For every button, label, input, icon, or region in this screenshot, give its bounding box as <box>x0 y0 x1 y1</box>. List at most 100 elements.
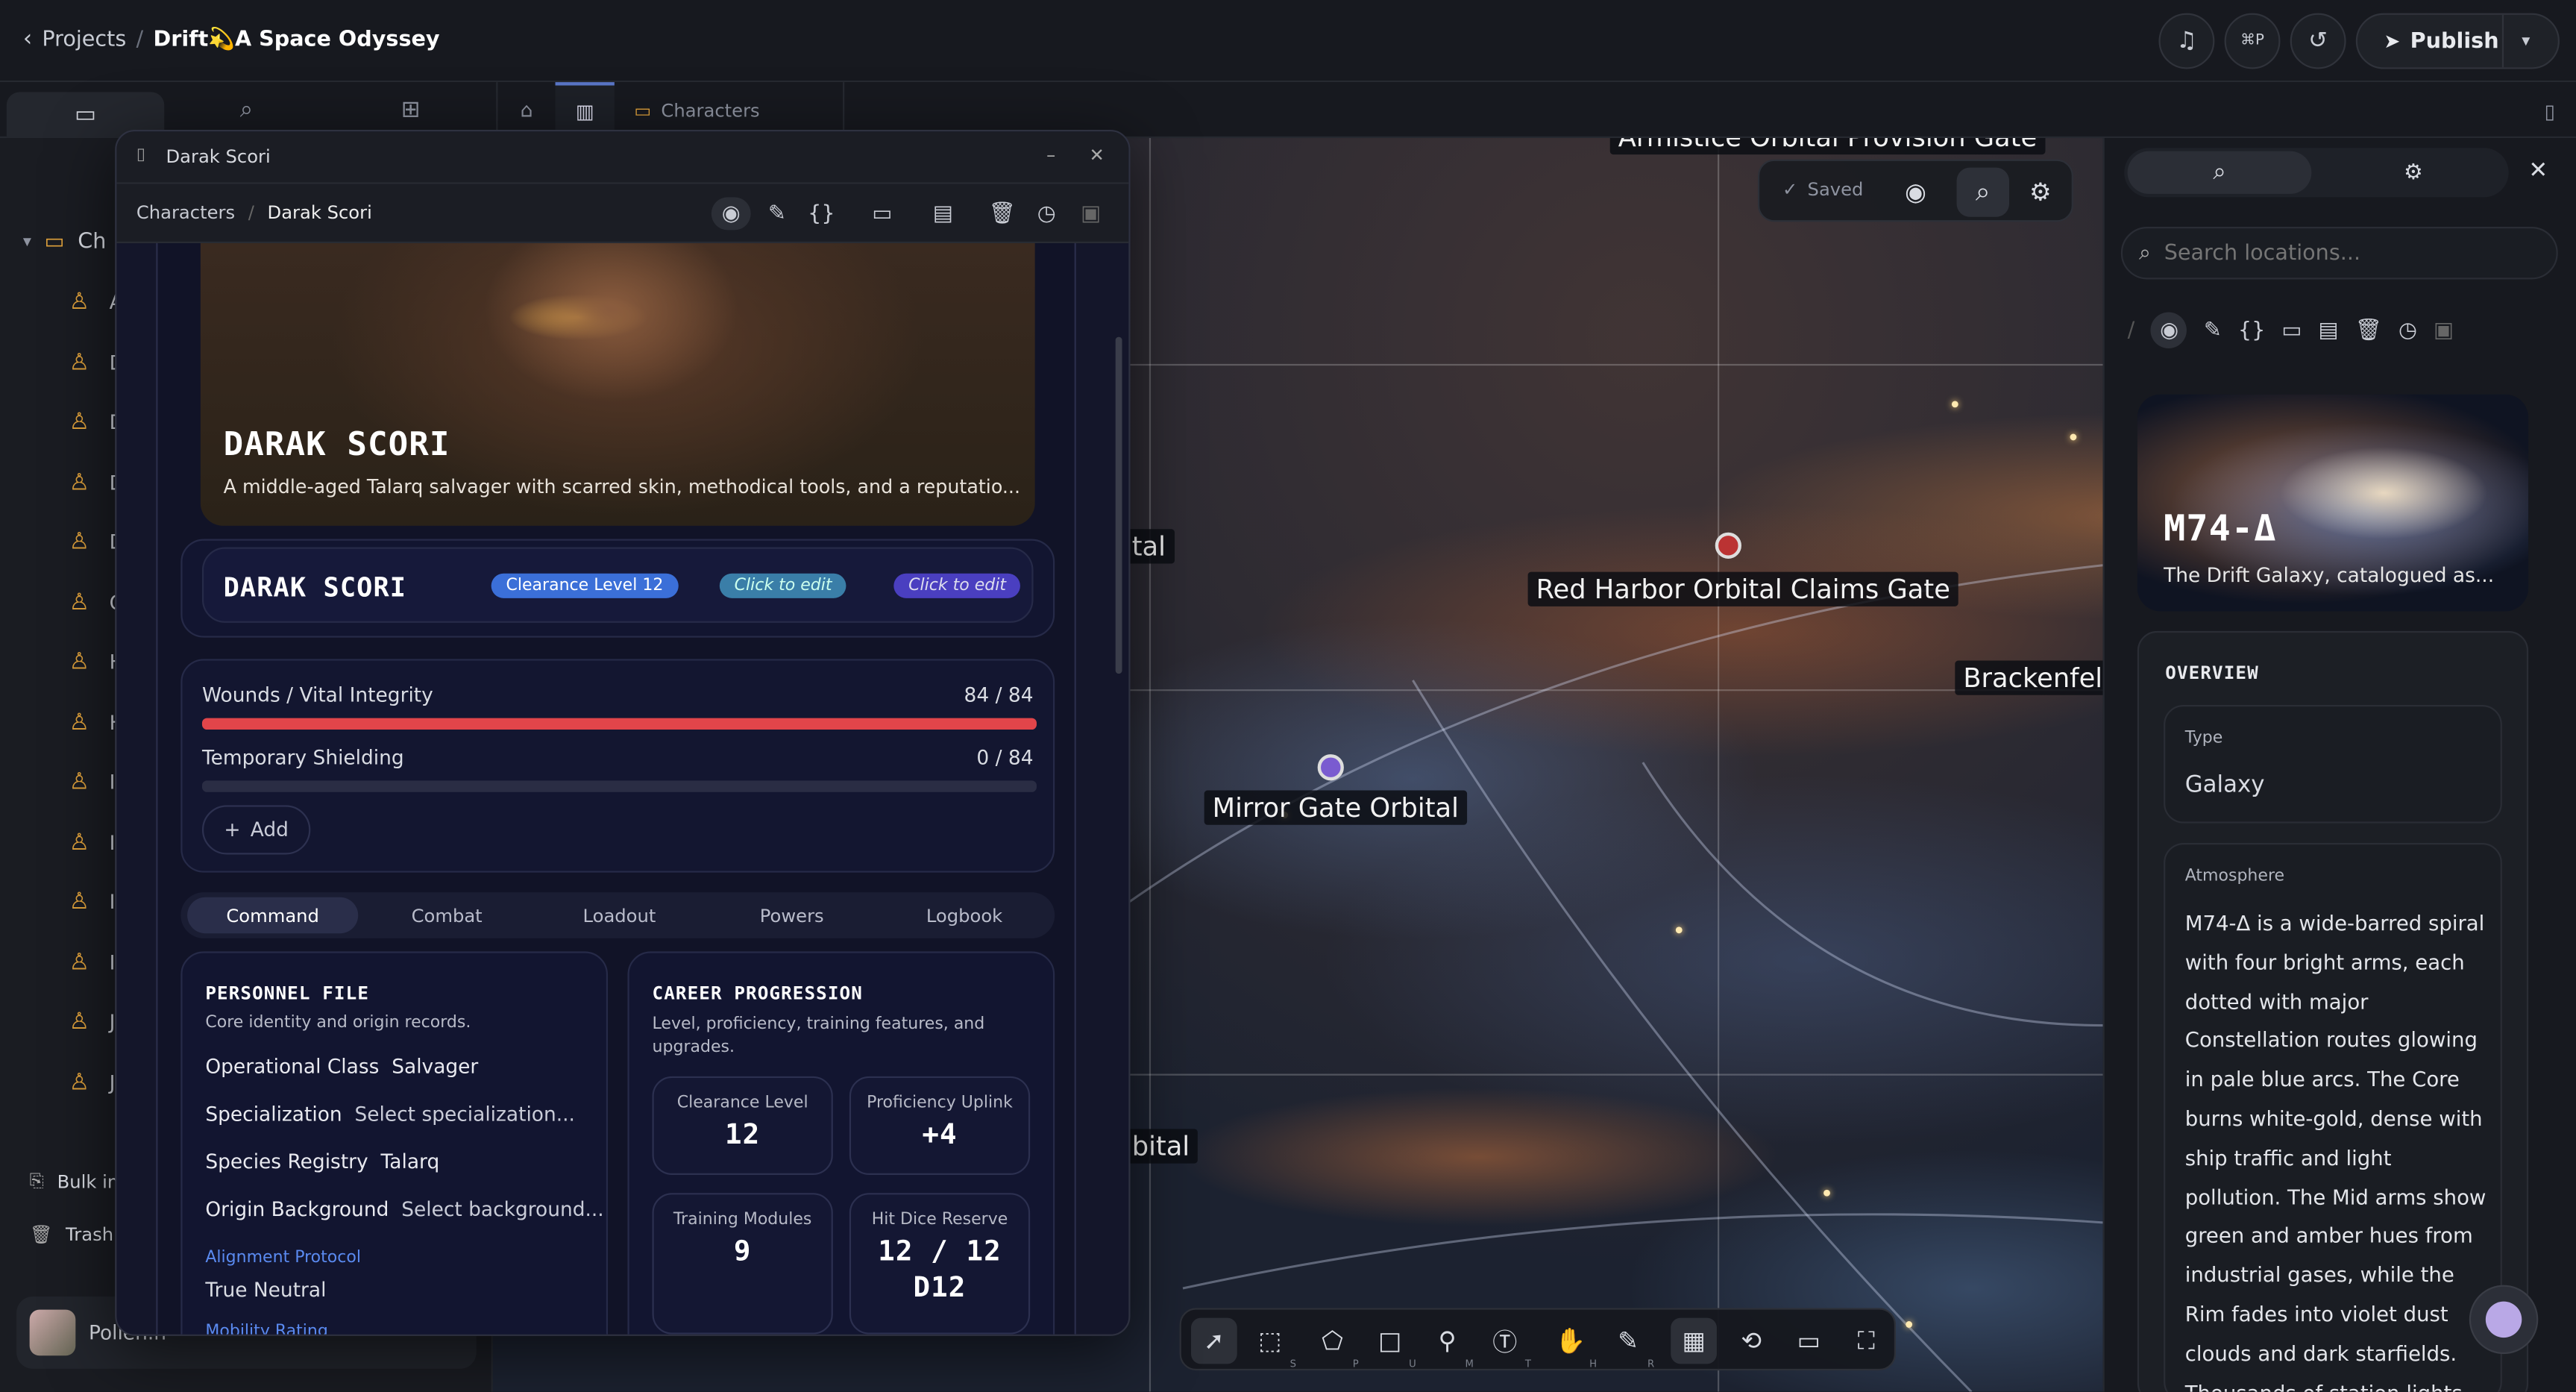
trash-icon[interactable]: 🗑 <box>984 197 1020 230</box>
marquee-tool[interactable]: ⬚ S <box>1247 1318 1296 1370</box>
tab-powers[interactable]: Powers <box>706 897 877 933</box>
mobility-label: Mobility Rating <box>205 1323 328 1336</box>
ruler-tool[interactable]: ✎ R <box>1605 1318 1654 1370</box>
polygon-tool[interactable]: ⬠ P <box>1310 1318 1359 1370</box>
map-search-button[interactable]: ⌕ <box>1956 167 2010 217</box>
slash-icon: / <box>2127 318 2135 343</box>
stat-proficiency[interactable]: Proficiency Uplink +4 <box>849 1076 1031 1176</box>
type-field[interactable]: Type Galaxy <box>2164 705 2502 824</box>
personnel-row[interactable]: Origin Background Select background... <box>205 1198 603 1221</box>
select-tool[interactable]: ➚ <box>1191 1317 1237 1364</box>
atmosphere-field[interactable]: Atmosphere M74-Δ is a wide-barred spiral… <box>2164 843 2502 1392</box>
publish-button[interactable]: ➤ Publish ▾ <box>2355 13 2560 69</box>
pan-tool[interactable]: ✋ H <box>1548 1318 1597 1370</box>
sidebar-item[interactable]: ♙II <box>69 769 122 795</box>
stat-clearance[interactable]: Clearance Level 12 <box>652 1076 833 1176</box>
import-icon: ⎘ <box>29 1170 45 1192</box>
save-icon[interactable]: ▣ <box>2434 318 2454 342</box>
text-tool[interactable]: Ⓣ T <box>1482 1318 1531 1370</box>
stat-hit-dice[interactable]: Hit Dice Reserve 12 / 12 D12 <box>849 1193 1031 1335</box>
clock-icon[interactable]: ◷ <box>1028 197 1064 230</box>
command-palette-button[interactable]: ⌘P <box>2224 13 2281 69</box>
fullscreen-icon: ⛶ <box>1857 1326 1875 1356</box>
folder-icon: ▭ <box>74 101 97 128</box>
person-icon: ♙ <box>69 649 90 676</box>
grid-toggle[interactable]: ▦ <box>1671 1317 1717 1364</box>
trash-icon[interactable]: 🗑 <box>2355 318 2382 342</box>
measure-toggle[interactable]: ▭ <box>1785 1318 1832 1364</box>
edit-tag-2[interactable]: Click to edit <box>893 573 1021 598</box>
folder-move-icon[interactable]: ▭ <box>864 197 900 230</box>
grid-plus-icon: ⊞ <box>400 96 421 124</box>
edit-tag-1[interactable]: Click to edit <box>719 573 847 598</box>
window-titlebar[interactable]: ▯ Darak Scori – ✕ <box>116 131 1129 184</box>
tab-command[interactable]: Command <box>187 897 359 934</box>
personnel-title: PERSONNEL FILE <box>205 982 370 1004</box>
search-panel-tab[interactable]: ⌕ <box>2127 151 2312 194</box>
saved-label: Saved <box>1807 179 1864 201</box>
tab-loadout[interactable]: Loadout <box>534 897 705 933</box>
search-icon: ⌕ <box>2213 159 2226 186</box>
music-button[interactable]: ♫ <box>2158 13 2215 69</box>
personnel-row[interactable]: Operational Class Salvager <box>205 1055 478 1078</box>
assistant-bubble[interactable] <box>2469 1285 2539 1355</box>
location-pin-icon[interactable] <box>1715 532 1741 559</box>
close-icon[interactable]: ✕ <box>1089 145 1104 166</box>
layout-icon[interactable]: ▤ <box>925 197 961 230</box>
scrollbar[interactable] <box>1115 336 1122 674</box>
personnel-row[interactable]: Specialization Select specialization... <box>205 1103 575 1126</box>
bulk-import-item[interactable]: ⎘ Bulk im <box>30 1170 125 1193</box>
stat-training[interactable]: Training Modules 9 <box>652 1193 833 1335</box>
location-search[interactable]: ⌕ <box>2120 226 2558 280</box>
map-settings-button[interactable]: ⚙ <box>2019 171 2061 213</box>
search-input[interactable] <box>2164 240 2526 266</box>
clock-icon[interactable]: ◷ <box>2398 318 2417 342</box>
route-toggle[interactable]: ⟲ <box>1728 1318 1774 1364</box>
trash-item[interactable]: 🗑 Trash <box>30 1224 113 1246</box>
eye-icon[interactable]: ◉ <box>2151 312 2187 348</box>
alignment-value[interactable]: True Neutral <box>205 1279 326 1302</box>
sidebar-item[interactable]: ♙ J <box>69 1009 116 1035</box>
character-name[interactable]: DARAK SCORI <box>224 572 407 603</box>
folder-row[interactable]: ▾ ▭ Ch <box>23 230 107 254</box>
code-icon[interactable]: {} <box>803 197 839 230</box>
fullscreen-button[interactable]: ⛶ <box>1844 1318 1890 1364</box>
shortcut-hint: S <box>1289 1358 1297 1371</box>
row-key: Species Registry <box>205 1150 368 1173</box>
map-label-red-harbor[interactable]: Red Harbor Orbital Claims Gate <box>1527 571 1958 606</box>
location-pin-icon[interactable] <box>1317 754 1344 781</box>
eye-icon[interactable]: ◉ <box>711 197 751 231</box>
panel-icon: ▯ <box>2544 100 2556 124</box>
project-name: Drift💫A Space Odyssey <box>153 27 440 52</box>
sidebar-item[interactable]: ♙ J <box>69 1069 116 1095</box>
close-panel-button[interactable]: ✕ <box>2522 154 2554 187</box>
view-button[interactable]: ◉ <box>1894 171 1937 213</box>
map-label-left-bital[interactable]: bital <box>1123 1129 1199 1164</box>
save-icon[interactable]: ▣ <box>1072 197 1108 230</box>
rectangle-tool[interactable]: □ U <box>1367 1318 1416 1370</box>
tab-combat[interactable]: Combat <box>362 897 533 933</box>
add-resource-button[interactable]: + Add <box>201 805 311 855</box>
settings-panel-tab[interactable]: ⚙ <box>2322 151 2506 194</box>
code-icon[interactable]: {} <box>2238 318 2265 342</box>
history-button[interactable]: ↺ <box>2290 13 2346 69</box>
map-label-mirror-gate[interactable]: Mirror Gate Orbital <box>1204 790 1467 825</box>
minimize-icon[interactable]: – <box>1046 145 1055 166</box>
tab-logbook[interactable]: Logbook <box>879 897 1049 933</box>
map-label-brackenfeld[interactable]: Brackenfeld <box>1955 660 2103 695</box>
chevron-left-icon[interactable]: ‹ <box>23 26 32 52</box>
folder-move-icon[interactable]: ▭ <box>2281 318 2302 342</box>
chevron-down-icon[interactable]: ▾ <box>2522 32 2530 50</box>
sidebar-item[interactable]: ♙II <box>69 829 122 855</box>
projects-link[interactable]: Projects <box>42 27 126 51</box>
map-label-left-tal[interactable]: tal <box>1123 529 1174 564</box>
sidebar-toggle-button[interactable]: ▯ <box>2530 95 2569 128</box>
edit-icon[interactable]: ✎ <box>2204 318 2222 342</box>
crumb-parent[interactable]: Characters <box>136 202 235 224</box>
marker-tool[interactable]: ⚲ M <box>1424 1318 1474 1370</box>
map-label-armistice[interactable]: Armistice Orbital Provision Gate <box>1609 138 2046 155</box>
personnel-row[interactable]: Species Registry Talarq <box>205 1150 439 1173</box>
clearance-badge[interactable]: Clearance Level 12 <box>491 573 679 598</box>
edit-icon[interactable]: ✎ <box>759 197 795 230</box>
layout-icon[interactable]: ▤ <box>2318 318 2338 342</box>
